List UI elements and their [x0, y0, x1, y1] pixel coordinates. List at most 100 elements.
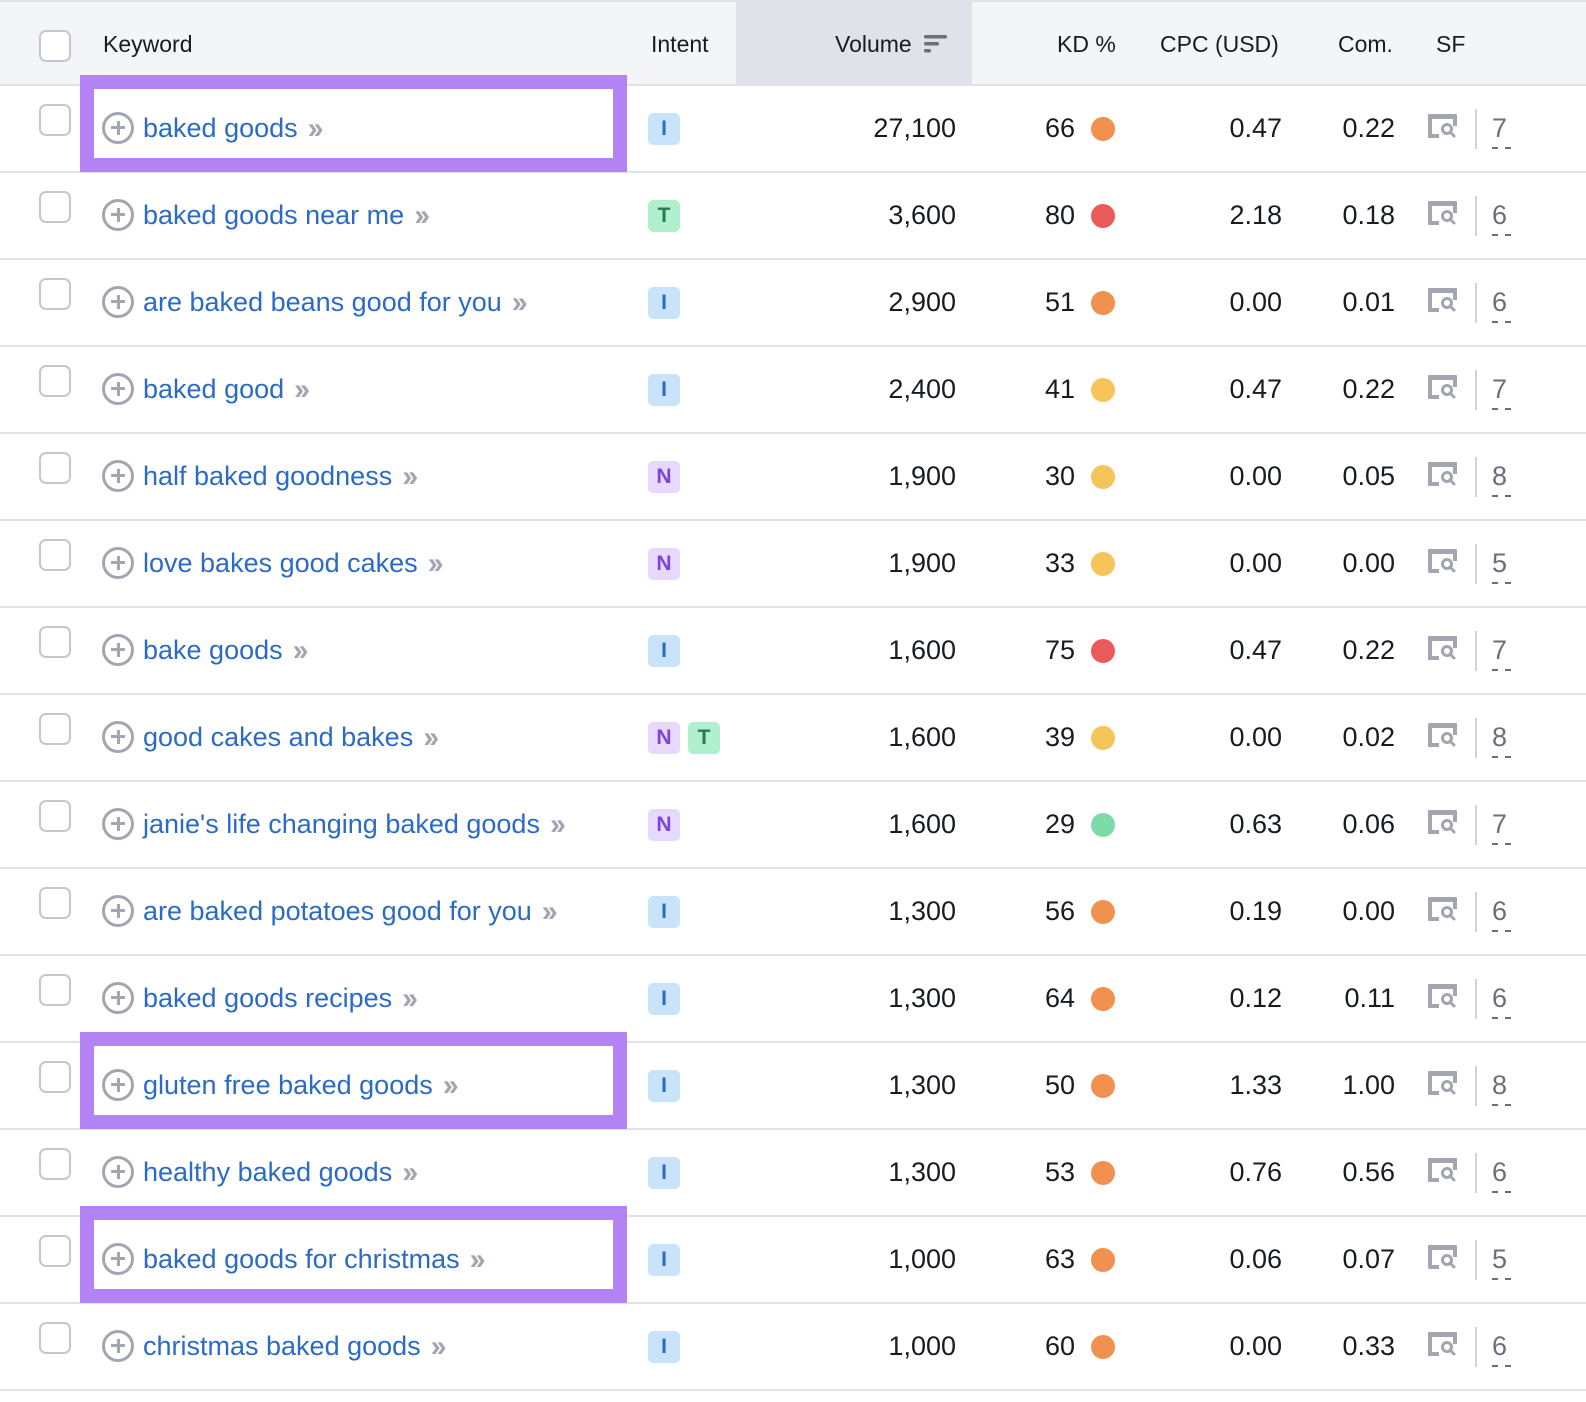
serp-features-count[interactable]: 6: [1492, 869, 1507, 954]
serp-preview-icon[interactable]: [1427, 722, 1458, 748]
serp-features-count[interactable]: 6: [1492, 956, 1507, 1041]
row-checkbox[interactable]: [39, 713, 71, 745]
serp-preview-icon[interactable]: [1427, 1070, 1458, 1096]
serp-features-count[interactable]: 6: [1492, 173, 1507, 258]
keyword-link[interactable]: love bakes good cakes: [143, 521, 418, 606]
intent-badge-I[interactable]: I: [648, 634, 680, 667]
add-to-list-icon[interactable]: [102, 111, 134, 144]
serp-preview-icon[interactable]: [1427, 287, 1458, 313]
intent-badge-I[interactable]: I: [648, 982, 680, 1015]
row-checkbox[interactable]: [39, 887, 71, 919]
keyword-link[interactable]: janie's life changing baked goods: [143, 782, 540, 867]
serp-features-count[interactable]: 8: [1492, 1043, 1507, 1128]
keyword-link[interactable]: are baked potatoes good for you: [143, 869, 532, 954]
add-to-list-icon[interactable]: [102, 198, 134, 231]
header-com[interactable]: Com.: [1338, 2, 1393, 86]
keyword-link[interactable]: good cakes and bakes: [143, 695, 413, 780]
row-checkbox[interactable]: [39, 104, 71, 136]
serp-preview-icon[interactable]: [1427, 548, 1458, 574]
add-to-list-icon[interactable]: [102, 633, 134, 666]
keyword-link[interactable]: baked good: [143, 347, 284, 432]
intent-badge-I[interactable]: I: [648, 1156, 680, 1189]
serp-preview-icon[interactable]: [1427, 200, 1458, 226]
intent-badge-I[interactable]: I: [648, 112, 680, 145]
header-cpc[interactable]: CPC (USD): [1160, 2, 1279, 86]
serp-features-count[interactable]: 7: [1492, 86, 1507, 171]
header-kd[interactable]: KD %: [1057, 2, 1116, 86]
serp-features-count[interactable]: 7: [1492, 347, 1507, 432]
chevron-double-right-icon[interactable]: ››: [443, 1043, 459, 1128]
row-checkbox[interactable]: [39, 626, 71, 658]
serp-preview-icon[interactable]: [1427, 1157, 1458, 1183]
row-checkbox[interactable]: [39, 191, 71, 223]
serp-preview-icon[interactable]: [1427, 113, 1458, 139]
add-to-list-icon[interactable]: [102, 459, 134, 492]
intent-badge-I[interactable]: I: [648, 895, 680, 928]
chevron-double-right-icon[interactable]: ››: [542, 869, 558, 954]
keyword-link[interactable]: gluten free baked goods: [143, 1043, 433, 1128]
chevron-double-right-icon[interactable]: ››: [423, 695, 439, 780]
serp-preview-icon[interactable]: [1427, 374, 1458, 400]
chevron-double-right-icon[interactable]: ››: [414, 173, 430, 258]
keyword-link[interactable]: half baked goodness: [143, 434, 392, 519]
add-to-list-icon[interactable]: [102, 285, 134, 318]
keyword-link[interactable]: christmas baked goods: [143, 1304, 421, 1389]
serp-features-count[interactable]: 6: [1492, 260, 1507, 345]
chevron-double-right-icon[interactable]: ››: [431, 1304, 447, 1389]
add-to-list-icon[interactable]: [102, 1329, 134, 1362]
serp-features-count[interactable]: 5: [1492, 1217, 1507, 1302]
row-checkbox[interactable]: [39, 1148, 71, 1180]
chevron-double-right-icon[interactable]: ››: [402, 434, 418, 519]
intent-badge-T[interactable]: T: [648, 199, 680, 232]
intent-badge-I[interactable]: I: [648, 373, 680, 406]
add-to-list-icon[interactable]: [102, 546, 134, 579]
intent-badge-N[interactable]: N: [648, 547, 680, 580]
keyword-link[interactable]: bake goods: [143, 608, 283, 693]
chevron-double-right-icon[interactable]: ››: [308, 86, 324, 171]
keyword-link[interactable]: are baked beans good for you: [143, 260, 502, 345]
keyword-link[interactable]: healthy baked goods: [143, 1130, 392, 1215]
row-checkbox[interactable]: [39, 278, 71, 310]
add-to-list-icon[interactable]: [102, 894, 134, 927]
row-checkbox[interactable]: [39, 539, 71, 571]
serp-preview-icon[interactable]: [1427, 809, 1458, 835]
chevron-double-right-icon[interactable]: ››: [550, 782, 566, 867]
intent-badge-N[interactable]: N: [648, 721, 680, 754]
chevron-double-right-icon[interactable]: ››: [294, 347, 310, 432]
chevron-double-right-icon[interactable]: ››: [512, 260, 528, 345]
keyword-link[interactable]: baked goods: [143, 86, 298, 171]
header-intent[interactable]: Intent: [651, 2, 709, 86]
serp-preview-icon[interactable]: [1427, 1244, 1458, 1270]
row-checkbox[interactable]: [39, 974, 71, 1006]
row-checkbox[interactable]: [39, 1235, 71, 1267]
add-to-list-icon[interactable]: [102, 1242, 134, 1275]
serp-features-count[interactable]: 6: [1492, 1304, 1507, 1389]
serp-preview-icon[interactable]: [1427, 896, 1458, 922]
serp-features-count[interactable]: 8: [1492, 695, 1507, 780]
sort-descending-icon[interactable]: [923, 33, 948, 55]
chevron-double-right-icon[interactable]: ››: [402, 1130, 418, 1215]
add-to-list-icon[interactable]: [102, 720, 134, 753]
keyword-link[interactable]: baked goods near me: [143, 173, 404, 258]
serp-features-count[interactable]: 6: [1492, 1130, 1507, 1215]
select-all-checkbox[interactable]: [39, 30, 71, 62]
header-keyword[interactable]: Keyword: [103, 2, 192, 86]
keyword-link[interactable]: baked goods recipes: [143, 956, 392, 1041]
intent-badge-N[interactable]: N: [648, 808, 680, 841]
add-to-list-icon[interactable]: [102, 1068, 134, 1101]
add-to-list-icon[interactable]: [102, 981, 134, 1014]
serp-features-count[interactable]: 5: [1492, 521, 1507, 606]
row-checkbox[interactable]: [39, 1322, 71, 1354]
header-sf[interactable]: SF: [1436, 2, 1465, 86]
serp-preview-icon[interactable]: [1427, 461, 1458, 487]
serp-features-count[interactable]: 7: [1492, 782, 1507, 867]
serp-preview-icon[interactable]: [1427, 1331, 1458, 1357]
header-volume[interactable]: Volume: [835, 2, 948, 86]
add-to-list-icon[interactable]: [102, 372, 134, 405]
chevron-double-right-icon[interactable]: ››: [428, 521, 444, 606]
intent-badge-I[interactable]: I: [648, 1243, 680, 1276]
serp-features-count[interactable]: 7: [1492, 608, 1507, 693]
serp-preview-icon[interactable]: [1427, 635, 1458, 661]
add-to-list-icon[interactable]: [102, 1155, 134, 1188]
chevron-double-right-icon[interactable]: ››: [402, 956, 418, 1041]
